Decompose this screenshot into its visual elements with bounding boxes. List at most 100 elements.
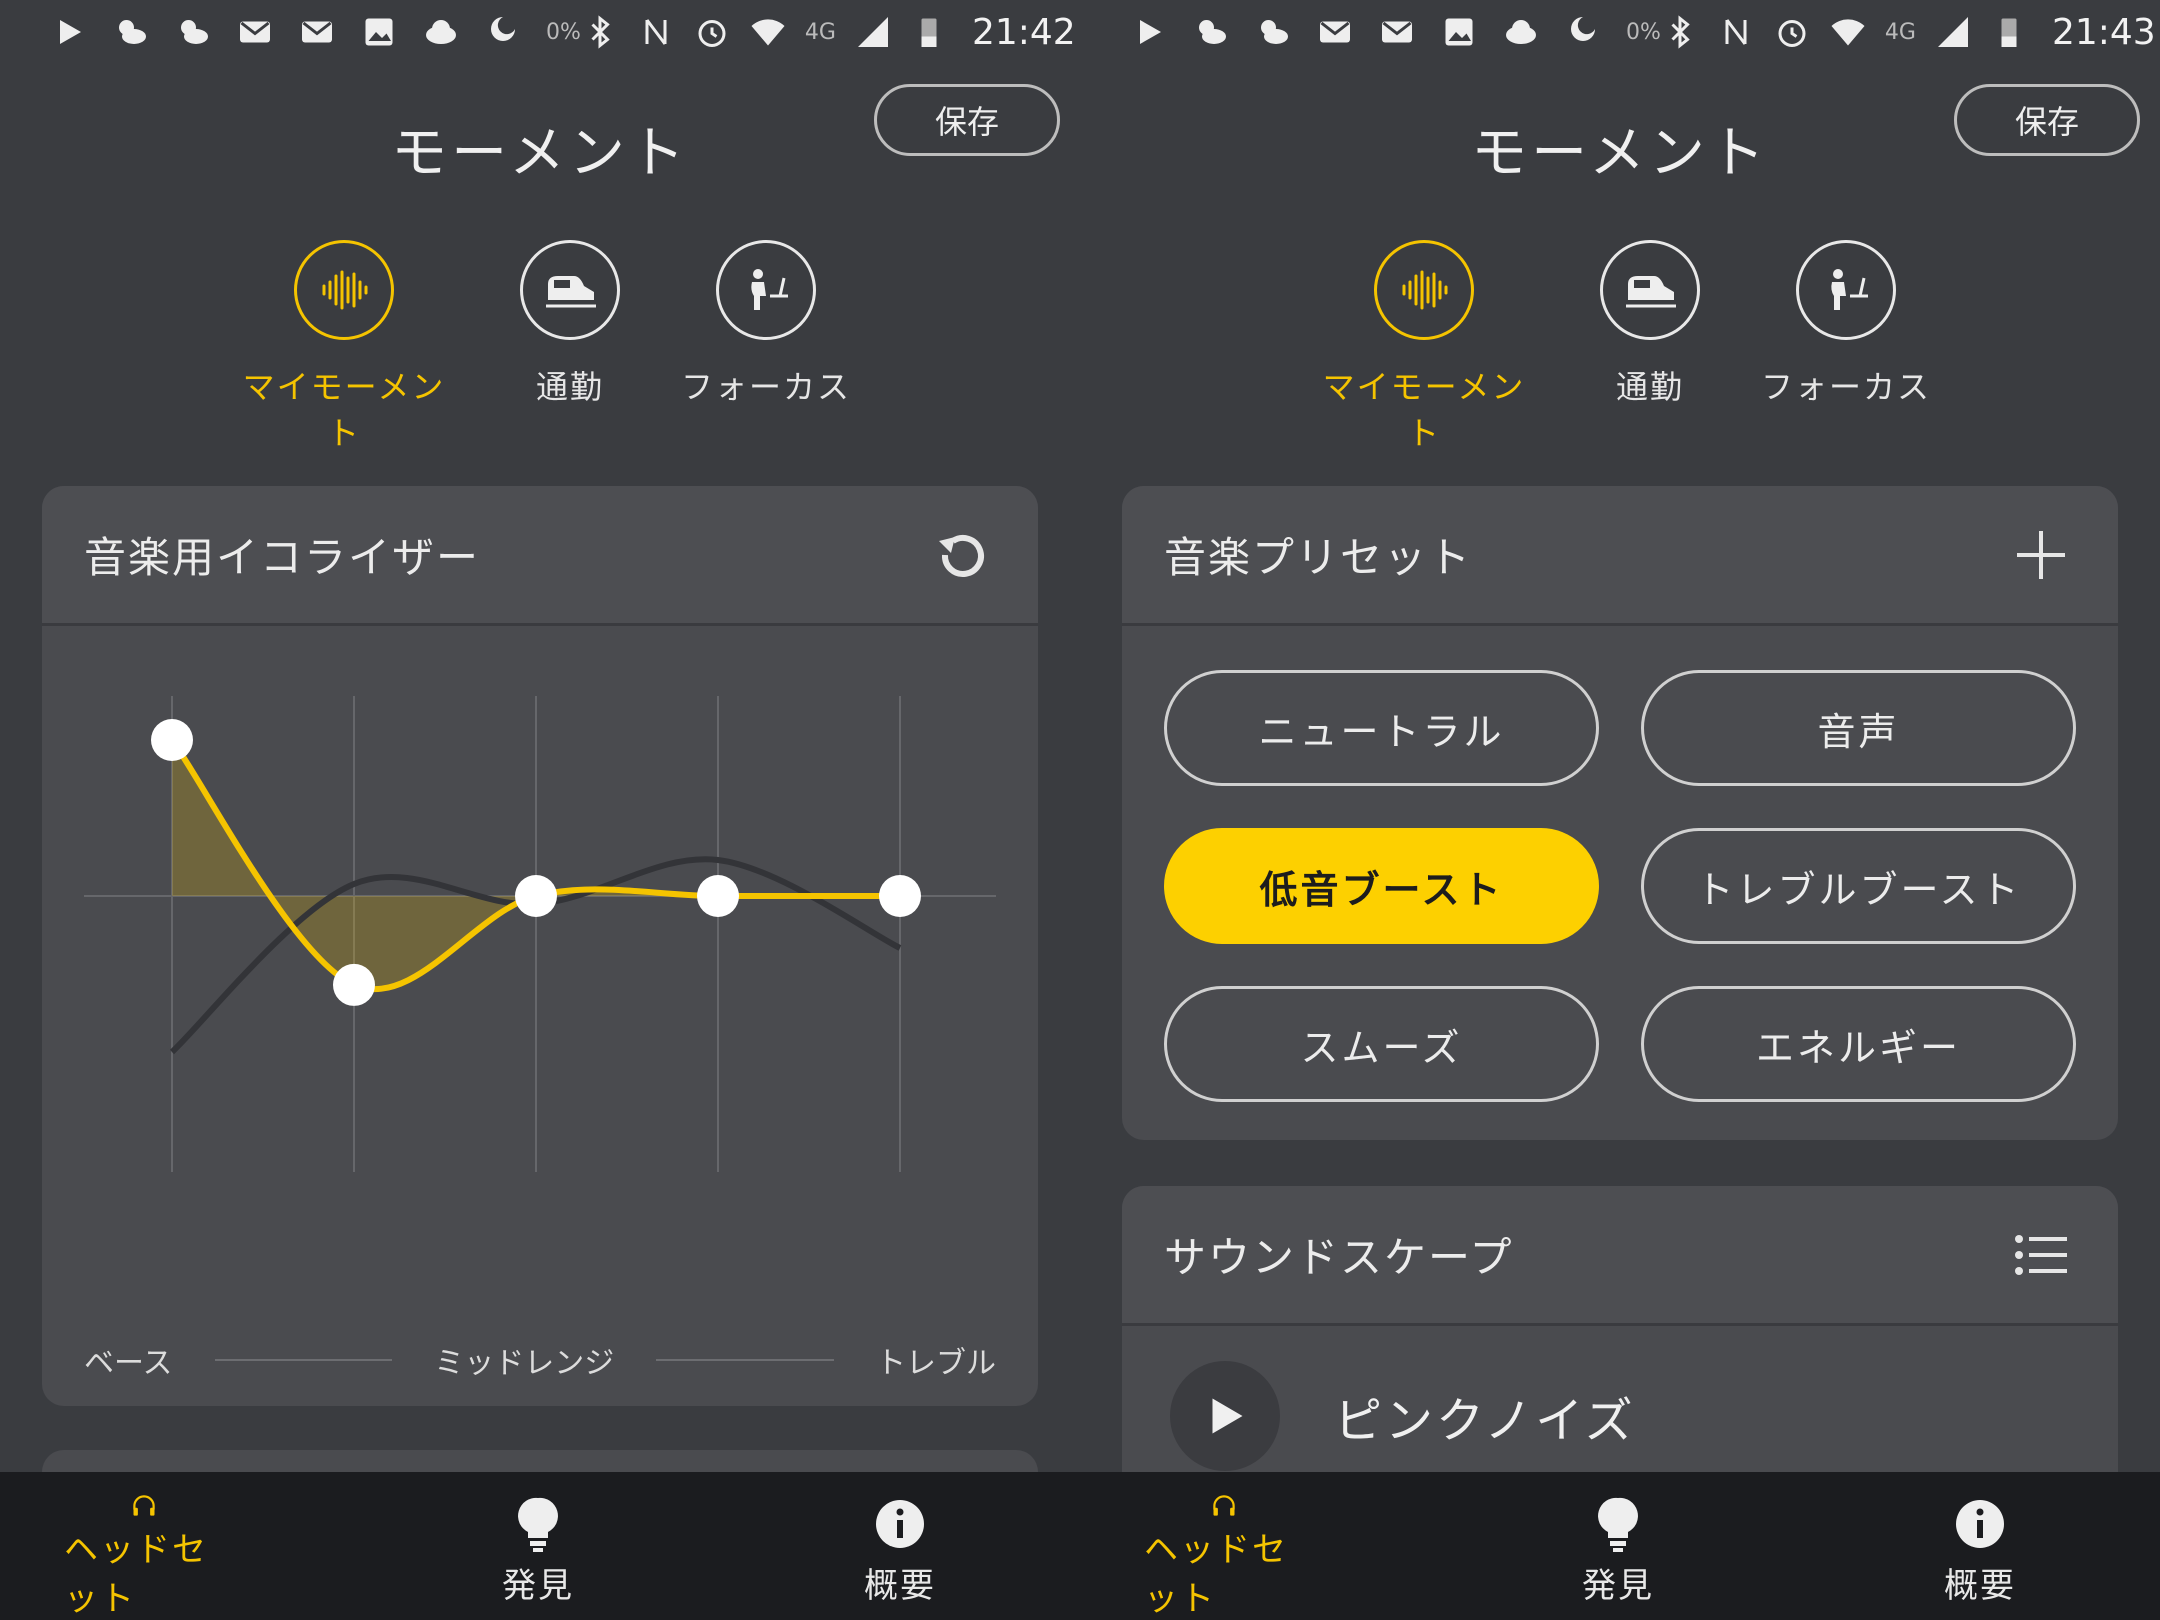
tab-label: フォーカス [1760,368,1931,406]
legend-divider [656,1359,834,1361]
legend-bass: ベース [84,1346,173,1381]
eq-chart[interactable] [42,626,1038,1182]
eq-band-handle[interactable] [151,719,193,761]
legend-divider [214,1359,393,1361]
lightbulb-icon [518,1497,558,1552]
alarm-icon [1773,13,1811,51]
nav-discover[interactable]: 発見 [478,1472,598,1620]
train-icon [520,240,620,340]
nav-label: 発見 [502,1566,574,1606]
eq-band-handle[interactable] [333,963,375,1006]
nav-headset[interactable]: ヘッドセット [1144,1472,1304,1620]
card-title: サウンドスケープ [1164,1233,1514,1282]
tab-label: フォーカス [680,368,851,406]
clock-time: 21:42 [971,11,1076,53]
wifi-icon [749,13,787,51]
preset-smooth[interactable]: スムーズ [1164,986,1599,1102]
nav-discover[interactable]: 発見 [1558,1472,1678,1620]
nav-headset[interactable]: ヘッドセット [64,1472,224,1620]
nav-label: 概要 [1944,1566,2016,1606]
mail-icon [1316,13,1354,51]
save-button[interactable]: 保存 [874,84,1060,156]
card-title: 音楽用イコライザー [84,533,481,582]
play-icon[interactable] [1170,1361,1280,1471]
card-header: 音楽用イコライザー [42,486,1038,626]
weather-icon [1254,13,1292,51]
tab-my-moment[interactable]: マイモーメント [234,240,454,454]
bottom-nav: ヘッドセット 発見 概要 [0,1472,1080,1620]
tab-commute[interactable]: 通勤 [1540,240,1760,408]
focus-person-icon [716,240,816,340]
nav-overview[interactable]: 概要 [840,1472,960,1620]
tab-label: マイモーメント [1322,368,1526,452]
wifi-icon [1829,13,1867,51]
focus-person-icon [1796,240,1896,340]
nav-label: ヘッドセット [64,1530,208,1619]
preset-energy[interactable]: エネルギー [1641,986,2076,1102]
mail-icon [236,13,274,51]
tab-my-moment[interactable]: マイモーメント [1314,240,1534,454]
nfc-icon [1717,13,1755,51]
tab-label: 通勤 [1615,368,1684,406]
card-header: サウンドスケープ [1122,1186,2118,1326]
bluetooth-icon [1661,13,1699,51]
signal-icon [1934,13,1972,51]
save-button[interactable]: 保存 [1954,84,2140,156]
network-type-text: 4G [1884,19,1916,45]
eq-legend: ベース ミッドレンジ トレブル [42,1314,1038,1406]
preset-bass-boost[interactable]: 低音ブースト [1164,828,1599,944]
preset-treble-boost[interactable]: トレブルブースト [1641,828,2076,944]
preset-voice[interactable]: 音声 [1641,670,2076,786]
lightbulb-icon [1598,1497,1638,1552]
soundscape-item-label: ピンクノイズ [1334,1393,1636,1449]
signal-icon [854,13,892,51]
bottom-nav: ヘッドセット 発見 概要 [1080,1472,2160,1620]
reset-icon[interactable] [926,520,996,590]
image-icon [360,13,398,51]
music-preset-card: 音楽プリセット ニュートラル 音声 低音ブースト トレブルブースト スムーズ エ… [1122,486,2118,1140]
nav-overview[interactable]: 概要 [1920,1472,2040,1620]
battery-icon [910,13,948,51]
eq-band-handle[interactable] [879,875,921,917]
battery-small-text: 0% [546,19,581,45]
network-type-text: 4G [804,19,836,45]
tab-focus[interactable]: フォーカス [1736,240,1956,408]
waveform-icon [294,240,394,340]
screen-left: 0% 4G 21:42 モーメント 保存 マイモーメント 通勤 フォーカス 音楽… [0,0,1080,1620]
screen-right: 0% 4G 21:43 モーメント 保存 マイモーメント 通勤 フォーカス 音楽… [1080,0,2160,1620]
play-store-icon [1130,13,1168,51]
card-header: 音楽プリセット [1122,486,2118,626]
alarm-icon [693,13,731,51]
image-icon [1440,13,1478,51]
tab-label: マイモーメント [242,368,446,452]
nav-label: ヘッドセット [1144,1530,1288,1619]
status-bar: 0% 4G 21:42 [0,0,1080,64]
mail-icon [1378,13,1416,51]
battery-small-text: 0% [1626,19,1661,45]
preset-neutral[interactable]: ニュートラル [1164,670,1599,786]
list-icon[interactable] [2006,1220,2076,1290]
nfc-icon [637,13,675,51]
cloud-icon [1502,13,1540,51]
tab-focus[interactable]: フォーカス [656,240,876,408]
legend-treble: トレブル [876,1346,996,1381]
tab-commute[interactable]: 通勤 [460,240,680,408]
status-bar: 0% 4G 21:43 [1080,0,2160,64]
tab-label: 通勤 [535,368,604,406]
weather-icon [174,13,212,51]
waveform-icon [1374,240,1474,340]
equalizer-card: 音楽用イコライザー ベース ミッドレンジ トレブル [42,486,1038,1406]
play-store-icon [50,13,88,51]
headphones-icon [133,1495,155,1516]
weather-icon [112,13,150,51]
moment-tabs: マイモーメント 通勤 フォーカス [1080,240,2160,452]
legend-mid: ミッドレンジ [434,1346,615,1381]
nav-label: 発見 [1582,1566,1654,1606]
plus-icon[interactable] [2006,520,2076,590]
night-battery-icon [1564,13,1602,51]
headphones-icon [1213,1495,1235,1516]
eq-graph[interactable] [42,626,1038,1182]
cloud-icon [422,13,460,51]
eq-band-handle[interactable] [515,875,557,917]
eq-band-handle[interactable] [697,875,739,917]
